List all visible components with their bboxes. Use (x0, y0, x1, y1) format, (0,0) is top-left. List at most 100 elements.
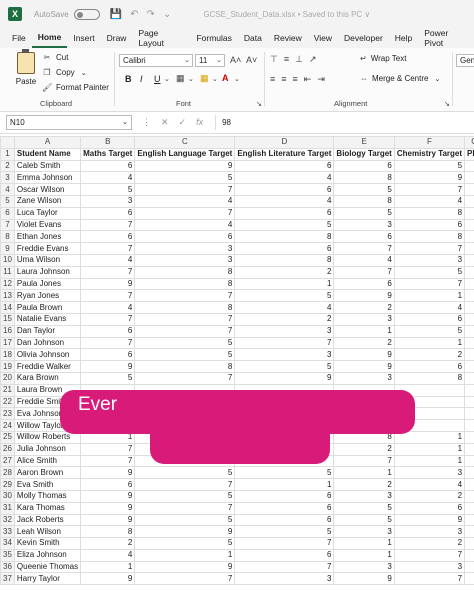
cell[interactable]: 6 (393, 218, 466, 232)
cell[interactable]: 1 (333, 548, 395, 562)
cell[interactable]: Ryan Jones (13, 289, 82, 303)
cell[interactable]: 6 (234, 159, 335, 173)
column-header-c[interactable]: C (134, 136, 236, 149)
align-middle-icon[interactable]: ≡ (284, 54, 289, 65)
cell[interactable]: 9 (333, 572, 395, 586)
row-header[interactable]: 32 (0, 513, 15, 527)
merge-center-button[interactable]: ⇔ Merge & Centre ⌄ (360, 74, 440, 83)
cell[interactable] (464, 560, 474, 574)
cell[interactable]: 4 (393, 301, 466, 314)
column-header-d[interactable]: D (234, 136, 335, 149)
cell[interactable]: Maths Target (80, 147, 136, 161)
cell[interactable]: 2 (393, 348, 466, 362)
cell[interactable]: 7 (333, 454, 395, 468)
cell[interactable]: Aaron Brown (13, 466, 82, 480)
cell[interactable] (464, 171, 474, 185)
row-header[interactable]: 10 (0, 253, 15, 267)
cell[interactable] (464, 324, 474, 338)
row-header[interactable]: 19 (0, 360, 15, 373)
cell[interactable]: 2 (80, 537, 136, 550)
cell[interactable]: Kara Brown (13, 371, 82, 385)
cell[interactable]: 9 (80, 466, 136, 480)
cell[interactable] (464, 218, 474, 232)
cell[interactable] (464, 395, 474, 409)
enter-icon[interactable]: ✓ (179, 117, 187, 128)
row-header[interactable]: 24 (0, 419, 15, 432)
cell[interactable]: 9 (80, 513, 136, 527)
cell[interactable]: Luca Taylor (13, 206, 82, 220)
cell[interactable]: 3 (333, 371, 395, 385)
cell[interactable] (464, 336, 474, 350)
cell[interactable]: English Language Target (134, 147, 236, 161)
cell[interactable]: 7 (134, 501, 236, 515)
cell[interactable]: 9 (393, 513, 466, 527)
cell[interactable]: Uma Wilson (13, 253, 82, 267)
cell[interactable]: 7 (80, 265, 136, 279)
cell[interactable] (464, 183, 474, 196)
cell[interactable]: 8 (393, 371, 466, 385)
tab-home[interactable]: Home (31, 28, 68, 48)
row-header[interactable]: 12 (0, 277, 15, 291)
cell[interactable]: 5 (234, 525, 335, 539)
row-header[interactable]: 22 (0, 395, 15, 409)
cell[interactable]: Caleb Smith (13, 159, 82, 173)
cell[interactable]: 6 (234, 501, 335, 515)
cell[interactable]: 8 (393, 206, 466, 220)
borders-icon[interactable]: ▦ (176, 73, 185, 84)
cell[interactable]: 7 (80, 242, 136, 255)
merge-dropdown-icon[interactable]: ⌄ (434, 75, 440, 83)
cell[interactable]: 3 (393, 560, 466, 574)
cell[interactable]: 4 (234, 301, 335, 314)
borders-dropdown-icon[interactable]: ⌄ (188, 75, 194, 83)
cell[interactable]: 8 (234, 253, 335, 267)
row-header[interactable]: 4 (0, 183, 15, 196)
cell[interactable]: 8 (333, 194, 395, 208)
align-right-icon[interactable]: ≡ (293, 74, 298, 85)
cell[interactable]: 6 (333, 230, 395, 244)
cell[interactable]: 1 (393, 442, 466, 456)
cell[interactable]: 1 (333, 324, 395, 338)
cell[interactable]: Eliza Johnson (13, 548, 82, 562)
cell[interactable]: 5 (134, 537, 236, 550)
cell[interactable]: Olivia Johnson (13, 348, 82, 362)
tab-draw[interactable]: Draw (101, 28, 133, 48)
tab-help[interactable]: Help (389, 28, 418, 48)
cell[interactable]: 9 (333, 348, 395, 362)
select-all-corner[interactable] (0, 136, 15, 149)
cell[interactable]: 8 (134, 277, 236, 291)
cell[interactable]: Dan Johnson (13, 336, 82, 350)
cell[interactable]: 6 (393, 501, 466, 515)
row-header[interactable]: 15 (0, 312, 15, 326)
cell[interactable]: 1 (333, 466, 395, 480)
customize-quick-access-icon[interactable]: ⌄ (163, 9, 171, 20)
cell[interactable]: 3 (333, 525, 395, 539)
cell[interactable]: Chemistry Target (393, 147, 466, 161)
cell[interactable]: Freddie Walker (13, 360, 82, 373)
cell[interactable] (464, 525, 474, 539)
cell[interactable]: 6 (393, 312, 466, 326)
cell[interactable] (464, 159, 474, 173)
cell[interactable]: 4 (393, 194, 466, 208)
cell[interactable]: 2 (333, 442, 395, 456)
cell[interactable] (464, 277, 474, 291)
cell[interactable]: 7 (134, 183, 236, 196)
row-header[interactable]: 21 (0, 383, 15, 397)
cell[interactable]: 1 (80, 560, 136, 574)
format-painter-button[interactable]: 🖌 Format Painter (42, 83, 109, 92)
cell[interactable] (464, 548, 474, 562)
cell[interactable]: 7 (393, 548, 466, 562)
row-header[interactable]: 13 (0, 289, 15, 303)
cell[interactable]: 5 (234, 360, 335, 373)
align-top-icon[interactable]: ⊤ (270, 54, 278, 65)
bold-button[interactable]: B (125, 74, 132, 84)
column-header-e[interactable]: E (333, 136, 395, 149)
tab-insert[interactable]: Insert (67, 28, 100, 48)
fill-color-dropdown-icon[interactable]: ⌄ (212, 75, 218, 83)
cell[interactable]: 7 (80, 336, 136, 350)
fill-color-icon[interactable]: ▦ (200, 73, 209, 84)
cell[interactable] (464, 537, 474, 550)
row-header[interactable]: 37 (0, 572, 15, 586)
wrap-text-button[interactable]: ↵ Wrap Text (360, 54, 406, 63)
row-header[interactable]: 31 (0, 501, 15, 515)
cell[interactable]: 4 (80, 548, 136, 562)
